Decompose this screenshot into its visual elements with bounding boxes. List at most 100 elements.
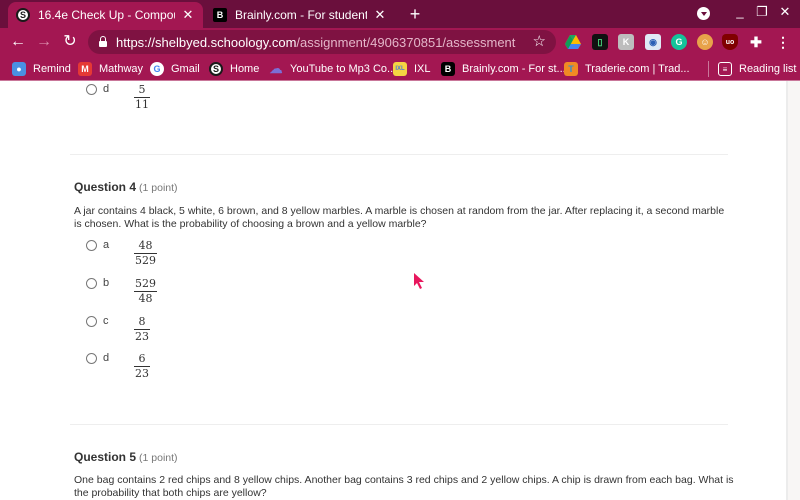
bookmark-label: Remind [33, 63, 71, 75]
address-bar[interactable]: https://shelbyed.schoology.com/assignmen… [88, 30, 556, 54]
question-4-option-d[interactable]: d 6 23 [86, 352, 150, 380]
question-4-title: Question 4 (1 point) [74, 180, 178, 194]
radio-button[interactable] [86, 316, 97, 327]
screencast-extension-icon[interactable]: ◉ [645, 34, 661, 50]
question-4-option-a[interactable]: a 48 529 [86, 239, 157, 267]
remind-icon: ● [12, 62, 26, 76]
bookmarks-separator [708, 61, 709, 77]
option-letter: b [103, 277, 110, 289]
question-divider [70, 424, 728, 425]
denominator: 23 [135, 367, 149, 380]
page-scrollbar[interactable] [786, 81, 800, 500]
assessment-page: d 5 11 Question 4 (1 point) A jar contain… [0, 81, 800, 500]
option-letter: d [103, 352, 110, 364]
bookmark-ixl[interactable]: IXL IXL [393, 60, 431, 78]
avatar-extension-icon[interactable]: ☺ [697, 34, 713, 50]
fraction: 5 11 [134, 84, 150, 111]
reading-list-label: Reading list [739, 63, 797, 75]
bookmark-brainly[interactable]: B Brainly.com - For st... [441, 60, 566, 78]
minimize-button[interactable]: _ [731, 4, 749, 19]
close-tab-icon[interactable]: ✕ [181, 7, 195, 23]
bookmark-traderie[interactable]: T Traderie.com | Trad... [564, 60, 690, 78]
radio-button[interactable] [86, 278, 97, 289]
numerator: 529 [135, 277, 156, 290]
bookmark-home[interactable]: S Home [209, 60, 259, 78]
schoology-icon: S [209, 62, 223, 76]
fraction: 529 48 [134, 278, 157, 305]
denominator: 48 [138, 292, 153, 305]
tab-strip: S 16.4e Check Up - Compound Eve ✕ B Brai… [0, 0, 800, 28]
k-extension-icon[interactable]: K [618, 34, 634, 50]
tab-schoology-assessment[interactable]: S 16.4e Check Up - Compound Eve ✕ [8, 2, 203, 28]
restore-button[interactable]: ❐ [753, 4, 771, 20]
bookmarks-bar: ● Remind M Mathway G Gmail S Home ☁ YouT… [0, 56, 800, 81]
question-5-text: One bag contains 2 red chips and 8 yello… [74, 474, 734, 499]
question-number: Question 4 [74, 180, 137, 194]
reading-list-button[interactable]: ≡ Reading list [718, 60, 796, 78]
bookmark-star-icon[interactable]: ☆ [533, 32, 546, 50]
denominator: 23 [135, 330, 149, 343]
google-drive-icon[interactable] [565, 34, 581, 50]
reload-button[interactable]: ↻ [59, 31, 81, 53]
question-4-option-c[interactable]: c 8 23 [86, 315, 150, 343]
browser-toolbar: ← → ↻ https://shelbyed.schoology.com/ass… [0, 28, 800, 56]
denominator: 11 [135, 98, 149, 111]
question-points: (1 point) [139, 452, 178, 464]
numerator: 48 [138, 239, 153, 252]
tab-search-dropdown-icon[interactable] [697, 7, 710, 20]
browser-menu-icon[interactable]: ⋮ [775, 34, 791, 50]
fraction: 6 23 [134, 353, 150, 380]
mathway-icon: M [78, 62, 92, 76]
option-letter: c [103, 315, 109, 327]
grammarly-icon[interactable]: G [671, 34, 687, 50]
lock-icon [98, 36, 108, 48]
traderie-icon: T [564, 62, 578, 76]
question-4-text: A jar contains 4 black, 5 white, 6 brown… [74, 205, 725, 230]
question-divider [70, 154, 728, 155]
url-host: https://shelbyed.schoology.com [116, 34, 297, 50]
bookmark-label: Mathway [99, 63, 144, 75]
back-button[interactable]: ← [7, 31, 29, 53]
url-path: /assignment/4906370851/assessment [296, 34, 516, 50]
google-icon: G [150, 62, 164, 76]
reading-list-icon: ≡ [718, 62, 732, 76]
denominator: 529 [135, 254, 156, 267]
docs-extension-icon[interactable]: ▯ [592, 34, 608, 50]
radio-button[interactable] [86, 84, 97, 95]
extensions-puzzle-icon[interactable]: ✚ [748, 34, 764, 50]
close-tab-icon[interactable]: ✕ [373, 7, 387, 23]
bookmark-label: YouTube to Mp3 Co... [290, 63, 397, 75]
ixl-icon: IXL [393, 62, 407, 76]
schoology-icon: S [16, 8, 30, 22]
forward-button[interactable]: → [33, 31, 55, 53]
close-window-button[interactable]: ✕ [776, 4, 794, 20]
fraction: 8 23 [134, 316, 150, 343]
bookmark-mathway[interactable]: M Mathway [78, 60, 143, 78]
numerator: 6 [138, 352, 146, 365]
brainly-icon: B [441, 62, 455, 76]
bookmark-gmail[interactable]: G Gmail [150, 60, 200, 78]
radio-button[interactable] [86, 240, 97, 251]
brainly-icon: B [213, 8, 227, 22]
bookmark-remind[interactable]: ● Remind [12, 60, 71, 78]
tab-brainly[interactable]: B Brainly.com - For students. By stu ✕ [205, 2, 395, 28]
option-letter: a [103, 239, 110, 251]
radio-button[interactable] [86, 353, 97, 364]
numerator: 5 [138, 83, 146, 96]
new-tab-button[interactable]: + [406, 4, 424, 25]
question-4-option-b[interactable]: b 529 48 [86, 277, 157, 305]
bookmark-label: Traderie.com | Trad... [585, 63, 690, 75]
numerator: 8 [138, 315, 146, 328]
bookmark-label: Gmail [171, 63, 200, 75]
tab-title: 16.4e Check Up - Compound Eve [38, 8, 175, 22]
option-letter: d [103, 83, 110, 95]
question-number: Question 5 [74, 450, 137, 464]
ublock-origin-icon[interactable]: uo [722, 34, 738, 50]
bookmark-youtube-to-mp3[interactable]: ☁ YouTube to Mp3 Co... [269, 60, 397, 78]
question-5-title: Question 5 (1 point) [74, 450, 178, 464]
prev-question-option-d[interactable]: d 5 11 [86, 83, 150, 111]
tab-title: Brainly.com - For students. By stu [235, 8, 367, 22]
question-points: (1 point) [139, 182, 178, 194]
bookmark-label: Home [230, 63, 260, 75]
bookmark-label: Brainly.com - For st... [462, 63, 566, 75]
